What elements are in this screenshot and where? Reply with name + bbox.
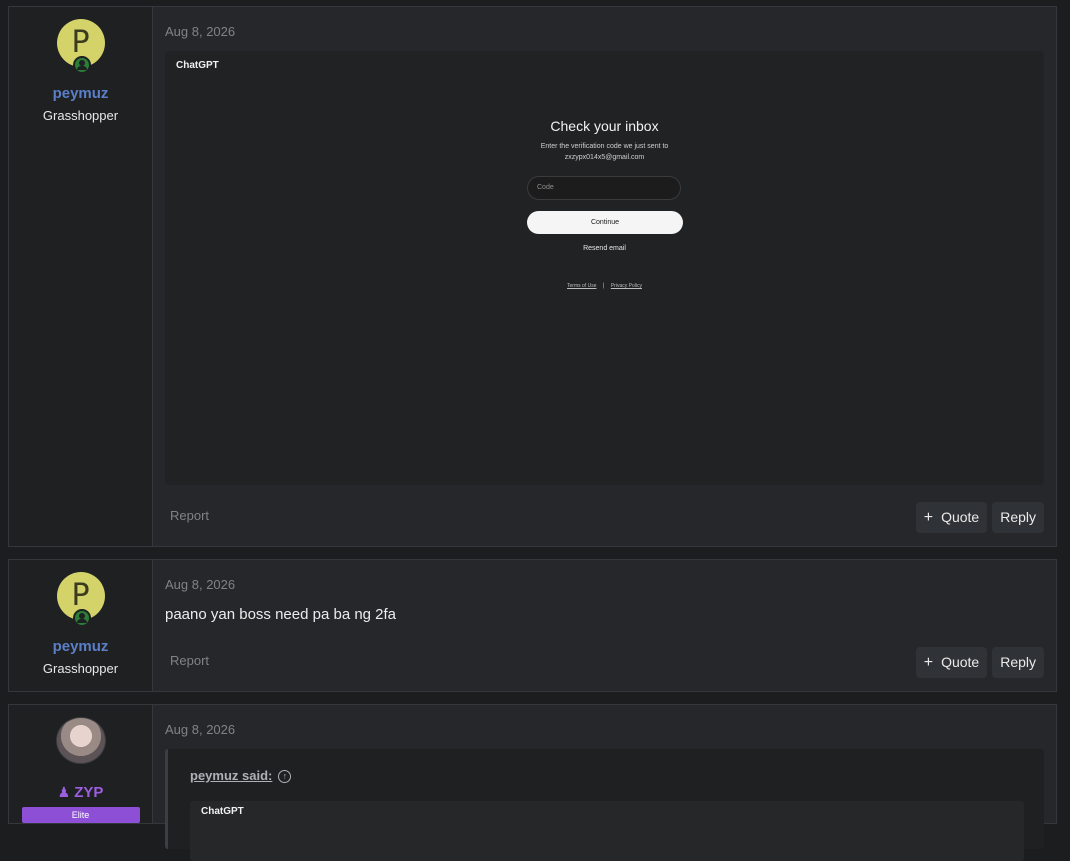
screenshot-terms-link: Terms of Use	[567, 283, 597, 289]
screenshot-heading: Check your inbox	[550, 118, 659, 134]
screenshot-privacy-link: Privacy Policy	[610, 283, 642, 289]
user-title: Grasshopper	[42, 108, 119, 123]
user-banner: Elite	[21, 807, 140, 823]
screenshot-brand: ChatGPT	[176, 60, 219, 71]
quoted-screenshot[interactable]: ChatGPT	[190, 801, 1024, 861]
user-icon: ♟	[57, 784, 71, 800]
quote-label: Quote	[941, 654, 980, 670]
username-link[interactable]: peymuz	[53, 85, 109, 102]
user-column: P peymuz Grasshopper	[9, 7, 153, 546]
username-link[interactable]: peymuz	[53, 638, 109, 655]
plus-icon: +	[923, 654, 934, 671]
user-column: ♟ ZYP Elite	[9, 705, 153, 823]
quote-label: Quote	[941, 509, 980, 525]
screenshot-continue-button: Continue	[527, 211, 683, 234]
quoted-screenshot-brand: ChatGPT	[201, 806, 244, 817]
post-date[interactable]: Aug 8, 2026	[165, 577, 1044, 592]
screenshot-code-field: Code	[527, 176, 681, 200]
screenshot-subtitle-line2: zxzypx014x5@gmail.com	[564, 154, 645, 161]
post-date[interactable]: Aug 8, 2026	[165, 24, 1044, 39]
screenshot-resend-link: Resend email	[583, 245, 626, 252]
screenshot-subtitle: Enter the verification code we just sent…	[165, 141, 1044, 163]
plus-icon: +	[923, 509, 934, 526]
screenshot-subtitle-line1: Enter the verification code we just sent…	[540, 143, 669, 150]
avatar[interactable]: P	[56, 19, 105, 74]
avatar[interactable]: P	[56, 572, 105, 627]
post-body: Aug 8, 2026 peymuz said: ↑ ChatGPT	[153, 705, 1056, 861]
username-text: ZYP	[74, 784, 104, 801]
action-buttons: + Quote Reply	[915, 647, 1044, 678]
screenshot-link-separator: |	[602, 283, 605, 289]
post-message: paano yan boss need pa ba ng 2fa	[165, 606, 397, 623]
post-date[interactable]: Aug 8, 2026	[165, 722, 1044, 737]
quote-attribution[interactable]: peymuz said: ↑	[190, 768, 292, 783]
avatar-initial: P	[71, 578, 90, 613]
avatar-initial: P	[71, 25, 90, 60]
quote-button[interactable]: + Quote	[915, 502, 988, 533]
reply-button[interactable]: Reply	[992, 502, 1044, 533]
post: ♟ ZYP Elite Aug 8, 2026 peymuz said: ↑ Cha…	[8, 704, 1057, 861]
arrow-up-circle-icon[interactable]: ↑	[278, 770, 292, 783]
quote-author[interactable]: peymuz said:	[190, 768, 272, 783]
attached-screenshot[interactable]: ChatGPT Check your inbox Enter the verif…	[165, 51, 1044, 485]
action-buttons: + Quote Reply	[915, 502, 1044, 533]
post: P peymuz Grasshopper Aug 8, 2026 paano y…	[8, 559, 1057, 692]
post-body: Aug 8, 2026 paano yan boss need pa ba ng…	[153, 560, 1056, 691]
user-online-icon	[72, 609, 91, 627]
reply-button[interactable]: Reply	[992, 647, 1044, 678]
report-link[interactable]: Report	[170, 653, 209, 668]
user-online-icon	[72, 56, 91, 74]
avatar[interactable]	[55, 717, 106, 764]
quote-block: peymuz said: ↑ ChatGPT	[165, 749, 1044, 861]
post-body: Aug 8, 2026 ChatGPT Check your inbox Ent…	[153, 7, 1056, 546]
post-actions: Report + Quote Reply	[165, 647, 1044, 679]
report-link[interactable]: Report	[170, 508, 209, 523]
quote-button[interactable]: + Quote	[915, 647, 988, 678]
screenshot-footer-links: Terms of Use | Privacy Policy	[165, 283, 1044, 289]
post: P peymuz Grasshopper Aug 8, 2026 ChatGPT…	[8, 6, 1057, 547]
user-title: Grasshopper	[42, 661, 119, 676]
user-column: P peymuz Grasshopper	[9, 560, 153, 691]
username-link[interactable]: ♟ ZYP	[58, 784, 104, 801]
post-actions: Report + Quote Reply	[165, 502, 1044, 534]
